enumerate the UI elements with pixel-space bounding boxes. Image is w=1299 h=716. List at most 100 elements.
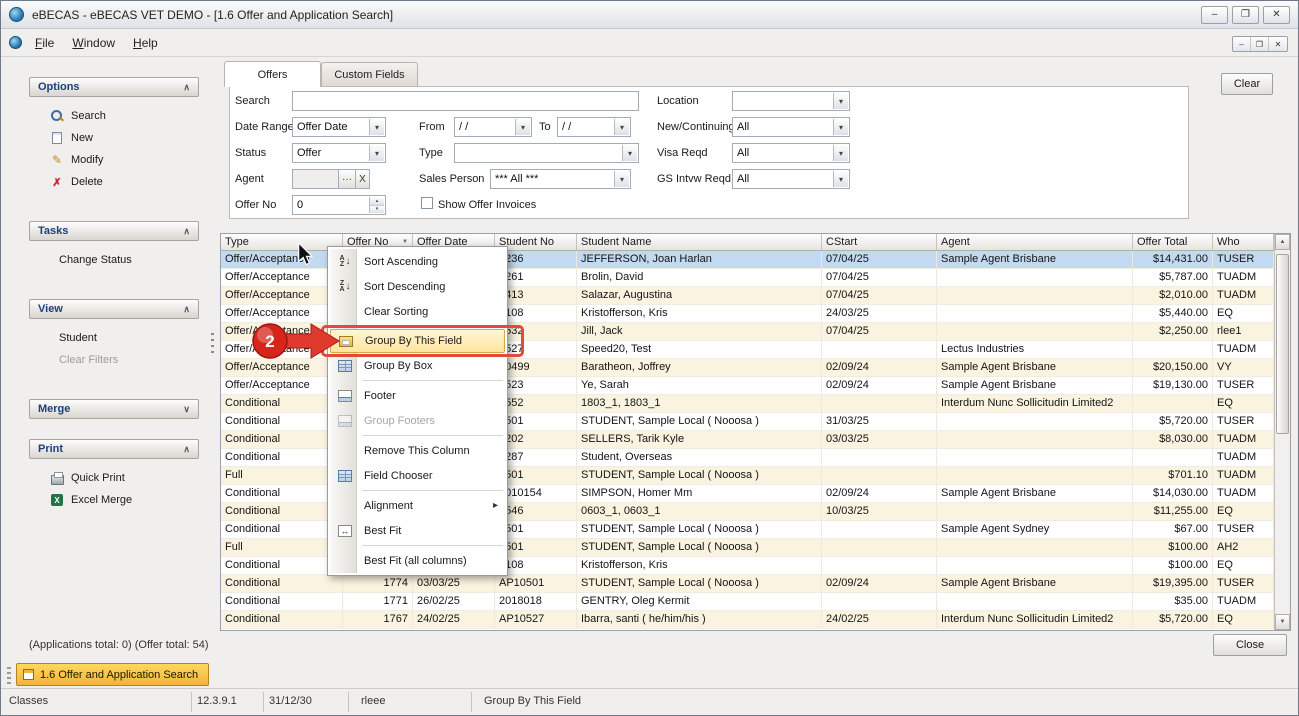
cell-type: Offer/Acceptance [221, 377, 343, 395]
chevron-down-icon[interactable]: ▾ [833, 171, 848, 187]
mdi-restore-icon[interactable]: ❐ [1251, 37, 1269, 51]
tab-custom-fields[interactable]: Custom Fields [321, 62, 418, 87]
sidebar-item-change-status[interactable]: Change Status [29, 249, 199, 271]
status-segment-0: Classes [9, 695, 48, 707]
splitter-grip[interactable] [211, 333, 214, 357]
chevron-down-icon[interactable]: ▾ [622, 145, 637, 161]
tab-offers[interactable]: Offers [224, 61, 321, 87]
bottom-tab-offer-search[interactable]: 1.6 Offer and Application Search [16, 663, 209, 686]
chevron-down-icon[interactable]: ▾ [369, 145, 384, 161]
column-header-who[interactable]: Who [1213, 234, 1274, 250]
clear-button[interactable]: Clear [1221, 73, 1273, 95]
cell-cstart [822, 557, 937, 575]
cell-student-name: STUDENT, Sample Local ( Nooosa ) [577, 467, 822, 485]
delete-x-icon: ✗ [52, 176, 61, 189]
cell-offer-total: $2,250.00 [1133, 323, 1213, 341]
cell-type: Full [221, 539, 343, 557]
from-date-input[interactable]: / /▾ [454, 117, 532, 137]
sidebar-item-quick-print[interactable]: Quick Print [29, 467, 199, 489]
offer-no-stepper[interactable]: 0 ▴▾ [292, 195, 386, 215]
menu-item-clear-sorting[interactable]: Clear Sorting [330, 299, 505, 324]
menu-item-best-fit-all-columns[interactable]: Best Fit (all columns) [330, 548, 505, 573]
menu-window[interactable]: Window [63, 32, 124, 54]
cell-cstart: 02/09/24 [822, 359, 937, 377]
menu-file[interactable]: File [26, 32, 63, 54]
tabstrip-grip[interactable] [7, 667, 11, 685]
column-header-offer-total[interactable]: Offer Total [1133, 234, 1213, 250]
column-header-type[interactable]: Type [221, 234, 343, 250]
sidebar-item-delete[interactable]: ✗Delete [29, 171, 199, 193]
close-button[interactable]: Close [1213, 634, 1287, 656]
new-continuing-select[interactable]: All▾ [732, 117, 850, 137]
sidebar-item-student[interactable]: Student [29, 327, 199, 349]
column-header-student-name[interactable]: Student Name [577, 234, 822, 250]
cell-agent: Sample Agent Brisbane [937, 485, 1133, 503]
mdi-close-icon[interactable]: ✕ [1269, 37, 1287, 51]
menu-item-alignment[interactable]: Alignment▸ [330, 493, 505, 518]
cell-student-name: JEFFERSON, Joan Harlan [577, 251, 822, 269]
chevron-down-icon[interactable]: ▾ [833, 145, 848, 161]
cell-agent [937, 449, 1133, 467]
location-select[interactable]: ▾ [732, 91, 850, 111]
menu-item-field-chooser[interactable]: Field Chooser [330, 463, 505, 488]
sidebar-header-merge[interactable]: Merge∨ [29, 399, 199, 419]
sidebar-item-search[interactable]: Search [29, 105, 199, 127]
scrollbar-thumb[interactable] [1276, 254, 1289, 434]
sidebar-header-print[interactable]: Print∧ [29, 439, 199, 459]
sidebar-header-options[interactable]: Options∧ [29, 77, 199, 97]
menu-item-sort-ascending[interactable]: AZ↓Sort Ascending [330, 249, 505, 274]
column-header-cstart[interactable]: CStart [822, 234, 937, 250]
visa-reqd-select[interactable]: All▾ [732, 143, 850, 163]
cell-cstart: 02/09/24 [822, 575, 937, 593]
stepper-arrows[interactable]: ▴▾ [369, 197, 384, 213]
agent-clear-button[interactable]: X [355, 169, 370, 189]
restore-button[interactable]: ❐ [1232, 6, 1259, 24]
stepper-down-icon[interactable]: ▾ [370, 206, 384, 214]
sidebar-header-label: View [38, 303, 63, 315]
sidebar-header-view[interactable]: View∧ [29, 299, 199, 319]
sidebar-item-new[interactable]: New [29, 127, 199, 149]
stepper-up-icon[interactable]: ▴ [370, 197, 384, 206]
chevron-down-icon[interactable]: ▾ [614, 119, 629, 135]
column-header-agent[interactable]: Agent [937, 234, 1133, 250]
sidebar-header-tasks[interactable]: Tasks∧ [29, 221, 199, 241]
sidebar-item-excel-merge[interactable]: XExcel Merge [29, 489, 199, 511]
cell-type: Conditional [221, 449, 343, 467]
cell-offer-date: 24/02/25 [413, 611, 495, 629]
table-row[interactable]: Conditional177126/02/252018018GENTRY, Ol… [221, 593, 1274, 611]
menu-item-best-fit[interactable]: ↔Best Fit [330, 518, 505, 543]
scroll-down-icon[interactable]: ▼ [1275, 614, 1290, 630]
gs-intvw-reqd-select[interactable]: All▾ [732, 169, 850, 189]
menu-item-sort-descending[interactable]: ZA↓Sort Descending [330, 274, 505, 299]
chevron-down-icon[interactable]: ▾ [369, 119, 384, 135]
scroll-up-icon[interactable]: ▲ [1275, 234, 1290, 250]
sidebar-item-label: Modify [71, 154, 103, 166]
menu-help[interactable]: Help [124, 32, 167, 54]
date-range-select[interactable]: Offer Date▾ [292, 117, 386, 137]
chevron-down-icon[interactable]: ▾ [833, 93, 848, 109]
status-select[interactable]: Offer▾ [292, 143, 386, 163]
agent-browse-button[interactable]: ··· [338, 169, 356, 189]
to-date-input[interactable]: / /▾ [557, 117, 631, 137]
minimize-button[interactable]: – [1201, 6, 1228, 24]
table-row[interactable]: Conditional177403/03/25AP10501STUDENT, S… [221, 575, 1274, 593]
menu-item-footer[interactable]: Footer [330, 383, 505, 408]
cell-offer-total: $100.00 [1133, 557, 1213, 575]
chevron-down-icon[interactable]: ▾ [833, 119, 848, 135]
search-input[interactable] [292, 91, 639, 111]
menu-item-label: Footer [364, 390, 396, 402]
table-row[interactable]: Conditional176724/02/25AP10527Ibarra, sa… [221, 611, 1274, 629]
vertical-scrollbar[interactable]: ▲ ▼ [1274, 234, 1290, 630]
chevron-down-icon[interactable]: ▾ [614, 171, 629, 187]
search-icon [51, 110, 64, 123]
cell-cstart [822, 521, 937, 539]
sales-person-select[interactable]: *** All ***▾ [490, 169, 631, 189]
chevron-down-icon[interactable]: ▾ [515, 119, 530, 135]
close-window-button[interactable]: ✕ [1263, 6, 1290, 24]
type-select[interactable]: ▾ [454, 143, 639, 163]
mdi-minimize-icon[interactable]: – [1233, 37, 1251, 51]
sidebar-item-modify[interactable]: ✎Modify [29, 149, 199, 171]
menu-item-remove-this-column[interactable]: Remove This Column [330, 438, 505, 463]
show-offer-invoices-checkbox[interactable] [421, 197, 433, 209]
agent-input[interactable] [292, 169, 339, 189]
